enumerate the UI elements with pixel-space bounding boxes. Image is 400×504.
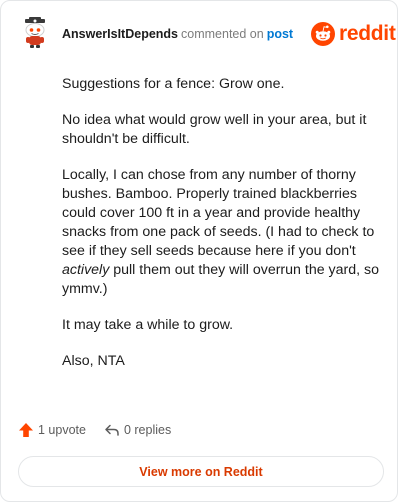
reddit-logo[interactable]: reddit <box>311 22 396 46</box>
reddit-wordmark: reddit <box>339 22 396 45</box>
post-link[interactable]: post <box>267 27 293 41</box>
comment-paragraph: Also, NTA <box>62 353 125 369</box>
reply-count: 0 replies <box>123 423 172 437</box>
comment-text: pull them out they will overrun the yard… <box>62 262 380 297</box>
comment-paragraph: It may take a while to grow. <box>62 317 234 333</box>
comment-header: AnswerIsItDepends commented on post <box>62 26 293 42</box>
comment-paragraph: Locally, I can chose from any number of … <box>62 166 380 299</box>
comment-footer: 1 upvote 0 replies <box>18 422 171 438</box>
comment-paragraph: No idea what would grow well in your are… <box>62 112 367 147</box>
reply-arrow-icon[interactable] <box>104 422 120 438</box>
upvote-arrow-icon[interactable] <box>18 422 34 438</box>
user-avatar[interactable] <box>19 17 51 49</box>
comment-text: Locally, I can chose from any number of … <box>62 167 375 259</box>
comment-paragraph: Suggestions for a fence: Grow one. <box>62 76 285 92</box>
comment-embed-card: AnswerIsItDepends commented on post reddit… <box>0 0 398 502</box>
comment-emphasis: actively <box>62 262 110 278</box>
upvote-count: 1 upvote <box>38 423 86 437</box>
username-link[interactable]: AnswerIsItDepends <box>62 27 178 41</box>
reddit-alien-icon <box>311 22 335 46</box>
comment-body: Suggestions for a fence: Grow one. No id… <box>62 75 380 388</box>
snoo-avatar-icon <box>25 17 45 48</box>
view-more-button[interactable]: View more on Reddit <box>18 456 384 487</box>
commented-on-label: commented on <box>181 27 264 41</box>
